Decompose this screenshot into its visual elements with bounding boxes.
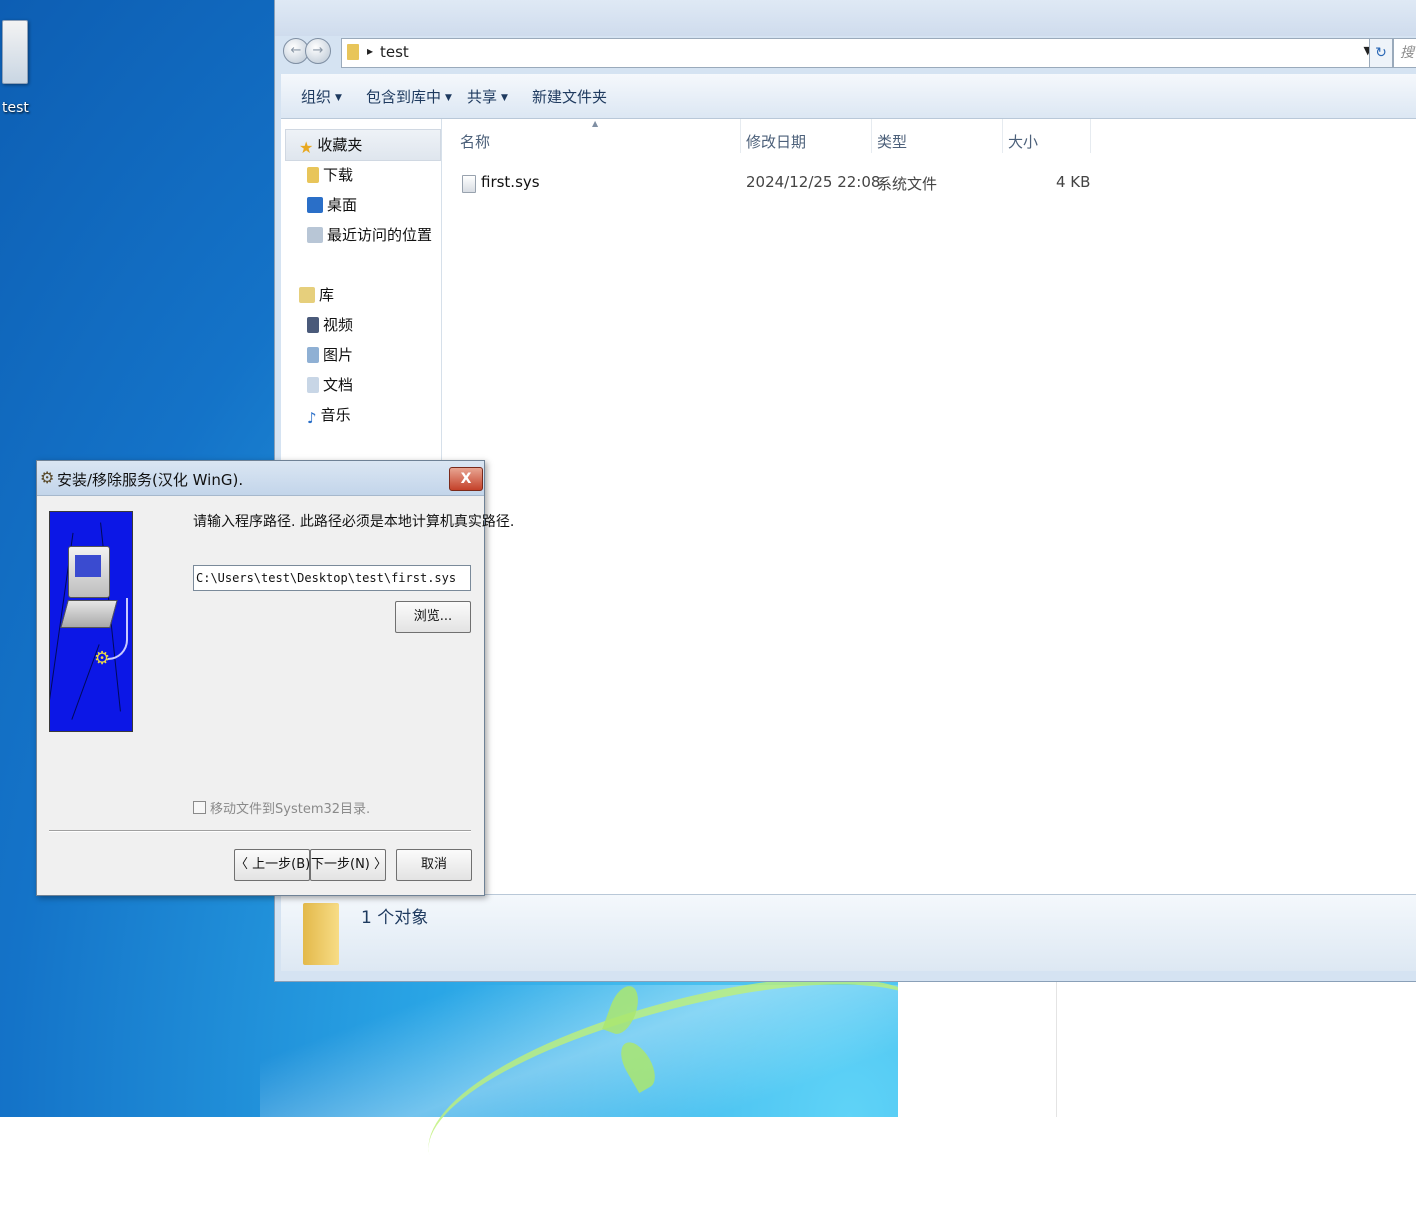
desktop-icon-test[interactable]: test [0, 20, 40, 116]
details-pane: 1 个对象 [281, 894, 1416, 971]
table-row[interactable]: first.sys 2024/12/25 22:08 系统文件 4 KB [442, 169, 1416, 197]
desktop-icon [307, 197, 323, 213]
music-note-icon: ♪ [307, 409, 317, 427]
close-button[interactable]: X [449, 467, 483, 491]
column-header-modified[interactable]: 修改日期 [746, 131, 806, 152]
column-header-size[interactable]: 大小 [1008, 131, 1038, 152]
sidebar-item-recent[interactable]: 最近访问的位置 [307, 224, 432, 245]
sidebar-item-videos[interactable]: 视频 [307, 314, 353, 335]
video-icon [307, 317, 319, 333]
monitor-icon [68, 546, 110, 598]
sidebar-item-desktop[interactable]: 桌面 [307, 194, 357, 215]
background-window-fragment [898, 980, 1416, 1117]
sidebar-item-music[interactable]: ♪ 音乐 [307, 404, 351, 427]
file-modified: 2024/12/25 22:08 [746, 173, 881, 191]
system-file-icon [462, 175, 476, 193]
install-service-dialog: ⚙ 安装/移除服务(汉化 WinG). X ⚙ 请输入程序路径. 此路径必须是本… [36, 460, 514, 896]
back-button[interactable]: 〈 上一步(B) [234, 849, 310, 881]
organize-button[interactable]: 组织 ▼ [301, 86, 342, 107]
dialog-divider [49, 830, 471, 832]
sort-ascending-icon: ▲ [592, 119, 599, 128]
folder-icon [347, 44, 359, 60]
star-icon: ★ [299, 138, 314, 157]
checkbox-box[interactable] [193, 801, 206, 814]
browse-button[interactable]: 浏览... [395, 601, 471, 633]
cancel-button[interactable]: 取消 [396, 849, 472, 881]
folder-icon [303, 903, 339, 965]
dropdown-arrow-icon: ▼ [501, 92, 508, 103]
address-bar[interactable]: ▸ test ▼ [341, 38, 1379, 68]
file-type: 系统文件 [877, 175, 938, 193]
gear-icon: ⚙ [94, 648, 111, 669]
file-name[interactable]: first.sys [481, 173, 540, 191]
sidebar-item-libraries[interactable]: 库 [299, 284, 334, 305]
computer-illustration: ⚙ [49, 511, 133, 732]
column-header-name[interactable]: 名称 [460, 131, 490, 152]
explorer-titlebar [275, 0, 1416, 36]
library-icon [299, 287, 315, 303]
breadcrumb-test[interactable]: test [380, 43, 409, 61]
refresh-icon[interactable]: ↻ [1369, 38, 1393, 68]
file-list: ▲ 名称 修改日期 类型 大小 first.sys 2024/12/25 22:… [442, 119, 1416, 894]
item-count: 1 个对象 [361, 908, 429, 928]
chevron-right-icon[interactable]: ▸ [367, 44, 373, 58]
file-icon [2, 20, 28, 84]
dialog-title: 安装/移除服务(汉化 WinG). [57, 471, 244, 489]
new-folder-button[interactable]: 新建文件夹 [532, 86, 607, 107]
next-button[interactable]: 下一步(N) 〉 [310, 849, 387, 881]
desktop-icon-label: test [2, 100, 29, 116]
include-in-library-button[interactable]: 包含到库中 ▼ [366, 86, 452, 107]
forward-arrow-icon[interactable]: → [305, 38, 331, 64]
command-bar: 组织 ▼ 包含到库中 ▼ 共享 ▼ 新建文件夹 [281, 74, 1416, 119]
gear-icon: ⚙ [40, 468, 55, 487]
move-to-system32-checkbox[interactable]: 移动文件到System32目录. [193, 798, 370, 817]
search-input[interactable]: 搜 [1393, 38, 1416, 68]
sidebar-item-pictures[interactable]: 图片 [307, 344, 353, 365]
program-path-input[interactable]: C:\Users\test\Desktop\test\first.sys [193, 565, 471, 591]
path-prompt: 请输入程序路径. 此路径必须是本地计算机真实路径. [193, 514, 515, 530]
dropdown-arrow-icon: ▼ [335, 92, 342, 103]
file-size: 4 KB [1056, 173, 1091, 191]
sidebar-item-favorites[interactable]: ★ 收藏夹 [299, 134, 362, 157]
document-icon [307, 377, 319, 393]
share-button[interactable]: 共享 ▼ [467, 86, 508, 107]
download-folder-icon [307, 167, 319, 183]
dropdown-arrow-icon: ▼ [445, 92, 452, 103]
cable-icon [108, 598, 128, 660]
column-header-type[interactable]: 类型 [877, 131, 907, 152]
sidebar-item-documents[interactable]: 文档 [307, 374, 353, 395]
nav-buttons: ← → [283, 38, 339, 68]
recent-places-icon [307, 227, 323, 243]
dialog-titlebar[interactable]: ⚙ 安装/移除服务(汉化 WinG). X [37, 461, 484, 496]
picture-icon [307, 347, 319, 363]
sidebar-item-downloads[interactable]: 下载 [307, 164, 353, 185]
